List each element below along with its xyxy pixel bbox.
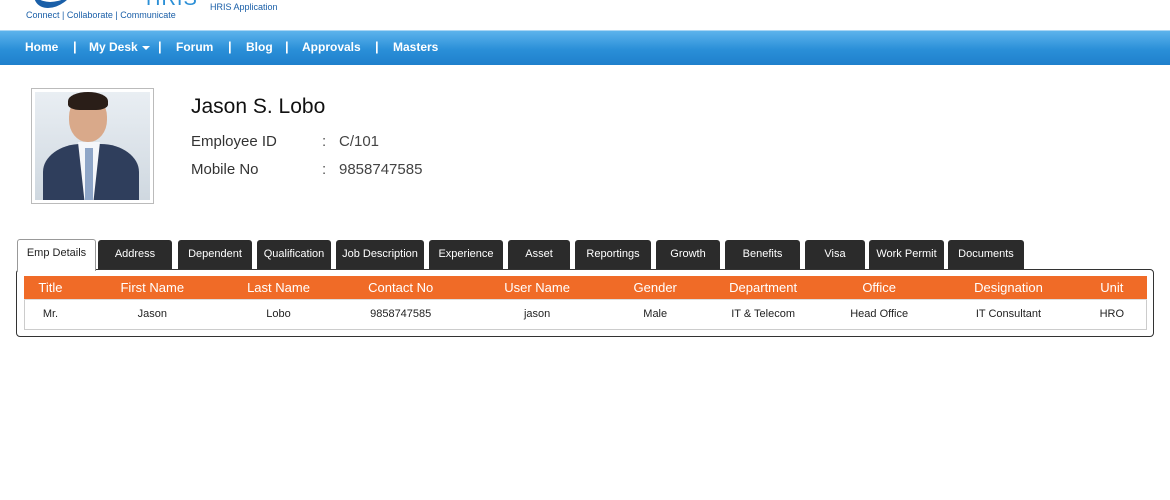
tab-documents[interactable]: Documents: [948, 240, 1024, 269]
tab-qualification[interactable]: Qualification: [257, 240, 331, 269]
cell-department: IT & Telecom: [708, 298, 819, 329]
tab-visa[interactable]: Visa: [805, 240, 865, 269]
nav-blog[interactable]: Blog: [246, 40, 273, 54]
table-row: Mr. Jason Lobo 9858747585 jason Male IT …: [24, 298, 1147, 329]
nav-forum[interactable]: Forum: [176, 40, 213, 54]
col-header-department: Department: [708, 276, 819, 299]
cell-last-name: Lobo: [227, 298, 330, 329]
nav-approvals[interactable]: Approvals: [302, 40, 361, 54]
cell-designation: IT Consultant: [940, 298, 1077, 329]
cell-gender: Male: [602, 298, 709, 329]
table-header-row: Title First Name Last Name Contact No Us…: [24, 276, 1147, 299]
tab-address[interactable]: Address: [98, 240, 172, 269]
nav-separator: |: [375, 39, 379, 54]
tab-benefits[interactable]: Benefits: [725, 240, 800, 269]
cell-unit: HRO: [1076, 298, 1147, 329]
mobile-colon: :: [322, 161, 327, 178]
tab-experience[interactable]: Experience: [429, 240, 503, 269]
app-header: HRIS Connect | Collaborate | Communicate…: [0, 0, 1170, 30]
tab-work-permit[interactable]: Work Permit: [869, 240, 944, 269]
nav-separator: |: [285, 39, 289, 54]
photo-tie: [85, 148, 93, 200]
caret-down-icon: [141, 45, 150, 50]
tab-asset[interactable]: Asset: [508, 240, 570, 269]
hris-logo[interactable]: HRIS Connect | Collaborate | Communicate: [22, 0, 197, 24]
emp-details-table: Title First Name Last Name Contact No Us…: [24, 276, 1147, 329]
nav-separator: |: [228, 39, 232, 54]
main-navbar: Home | My Desk | Forum | Blog | Approval…: [0, 30, 1170, 65]
col-header-designation: Designation: [940, 276, 1077, 299]
nav-home[interactable]: Home: [25, 40, 58, 54]
nav-separator: |: [73, 39, 77, 54]
col-header-last-name: Last Name: [227, 276, 330, 299]
nav-my-desk-label: My Desk: [89, 40, 138, 54]
col-header-user-name: User Name: [471, 276, 603, 299]
tab-emp-details[interactable]: Emp Details: [17, 239, 96, 271]
logo-tagline: Connect | Collaborate | Communicate: [26, 10, 176, 20]
mobile-label: Mobile No: [191, 161, 259, 178]
app-name: HRIS Application: [210, 2, 278, 12]
tab-dependent[interactable]: Dependent: [178, 240, 252, 269]
cell-office: Head Office: [818, 298, 941, 329]
photo-hair: [68, 92, 108, 110]
mobile-value: 9858747585: [339, 161, 423, 178]
tab-reportings[interactable]: Reportings: [575, 240, 651, 269]
cell-title: Mr.: [24, 298, 77, 329]
tab-job-description[interactable]: Job Description: [336, 240, 424, 269]
employee-id-value: C/101: [339, 133, 380, 150]
employee-id-colon: :: [322, 133, 327, 150]
employee-name: Jason S. Lobo: [191, 95, 326, 118]
logo-swoosh-icon: [27, 0, 77, 8]
col-header-unit: Unit: [1076, 276, 1147, 299]
cell-contact-no: 9858747585: [329, 298, 472, 329]
nav-masters[interactable]: Masters: [393, 40, 438, 54]
employee-photo-image: [35, 92, 150, 200]
nav-my-desk[interactable]: My Desk: [89, 40, 150, 54]
tab-growth[interactable]: Growth: [656, 240, 720, 269]
col-header-first-name: First Name: [76, 276, 228, 299]
col-header-contact-no: Contact No: [329, 276, 472, 299]
cell-user-name: jason: [471, 298, 603, 329]
employee-photo: [31, 88, 154, 204]
nav-separator: |: [158, 39, 162, 54]
col-header-office: Office: [818, 276, 941, 299]
employee-id-label: Employee ID: [191, 133, 277, 150]
col-header-title: Title: [24, 276, 77, 299]
col-header-gender: Gender: [602, 276, 709, 299]
cell-first-name: Jason: [76, 298, 228, 329]
